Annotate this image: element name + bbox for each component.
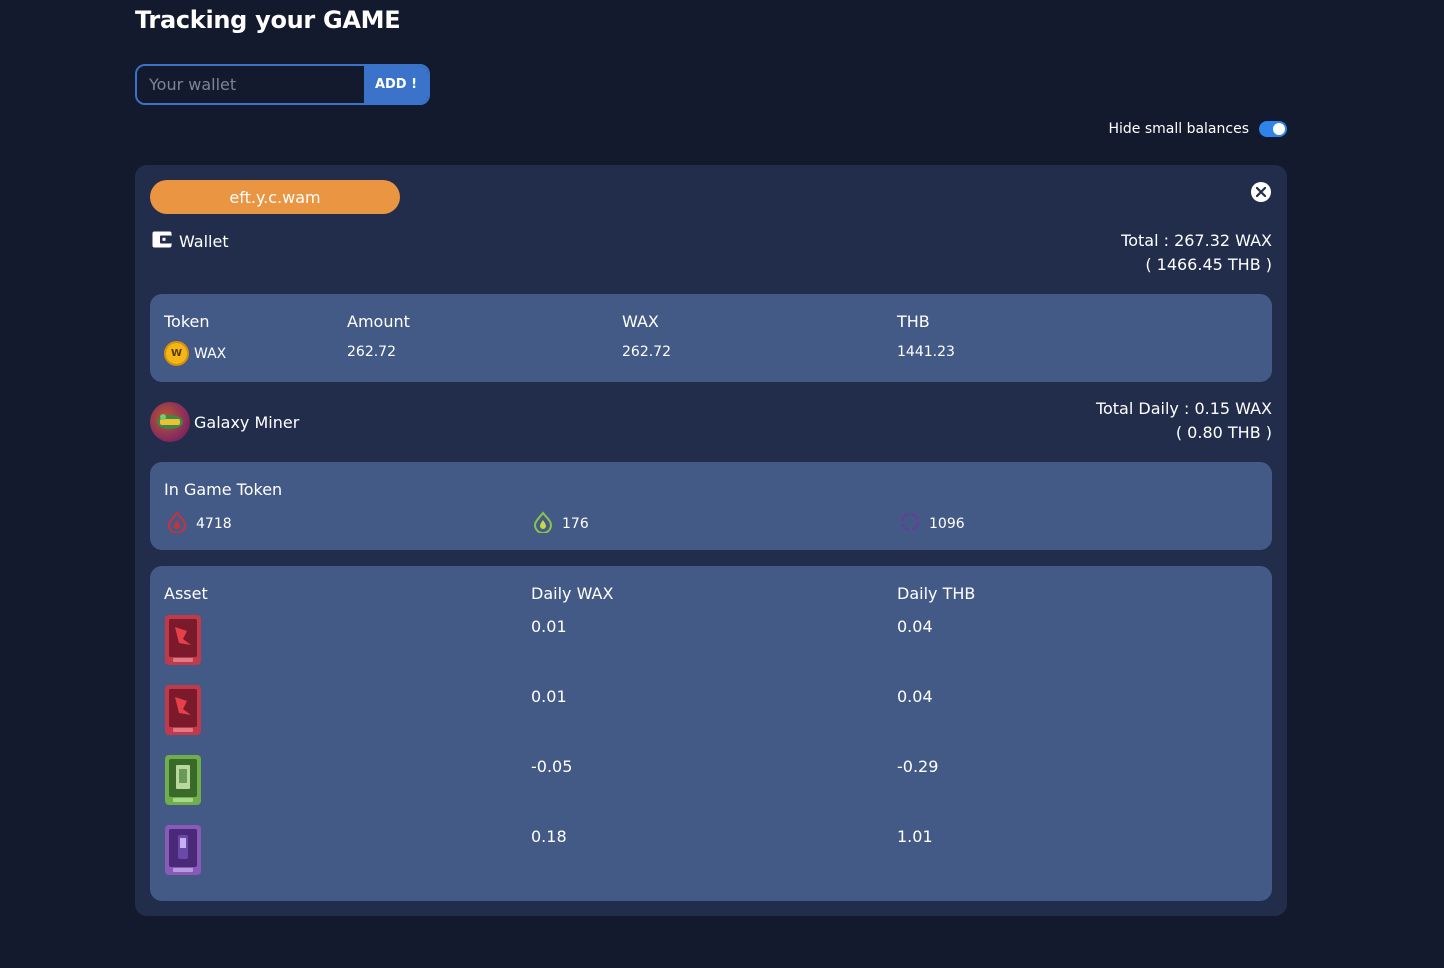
token-table: Token Amount WAX THB W WAX 262.72 262.72… — [150, 294, 1272, 382]
toggle-knob — [1273, 123, 1285, 135]
galaxy-miner-logo — [150, 402, 190, 442]
page-title: Tracking your GAME — [135, 6, 401, 34]
asset-daily-thb: 0.04 — [897, 687, 933, 706]
token-thb-value: 1441.23 — [897, 344, 955, 360]
game-name: Galaxy Miner — [194, 412, 300, 432]
game-totals: Total Daily : 0.15 WAX ( 0.80 THB ) — [1096, 397, 1272, 445]
total-daily-thb: ( 0.80 THB ) — [1175, 423, 1272, 442]
token-name: WAX — [194, 345, 227, 362]
asset-daily-thb: 1.01 — [897, 827, 933, 846]
asset-daily-wax: 0.01 — [531, 617, 567, 636]
in-game-token-item: 176 — [532, 511, 589, 537]
wallet-label: Wallet — [179, 232, 229, 251]
table-row: W WAX — [164, 341, 226, 366]
wallet-header: Wallet — [152, 231, 229, 252]
col-header-daily-wax: Daily WAX — [531, 584, 614, 603]
in-game-token-value: 1096 — [929, 516, 965, 532]
in-game-token-item: 4718 — [166, 511, 232, 537]
col-header-amount: Amount — [347, 312, 410, 331]
account-card: eft.y.c.wam Wallet Total : 267.32 WAX ( … — [135, 165, 1287, 916]
col-header-thb: THB — [897, 312, 930, 331]
col-header-wax: WAX — [622, 312, 659, 331]
close-icon[interactable] — [1251, 182, 1271, 202]
asset-table: Asset Daily WAX Daily THB 0.01 0.04 0.01… — [150, 566, 1272, 901]
token-wax-value: 262.72 — [622, 344, 671, 360]
token-amount: 262.72 — [347, 344, 396, 360]
purple-ring-icon — [899, 511, 921, 537]
in-game-token-value: 176 — [562, 516, 589, 532]
asset-daily-wax: 0.18 — [531, 827, 567, 846]
wallet-form: ADD ! — [135, 64, 430, 105]
hide-small-balances-row: Hide small balances — [1108, 121, 1287, 137]
col-header-token: Token — [164, 312, 210, 331]
red-flame-icon — [166, 511, 188, 537]
wallet-totals: Total : 267.32 WAX ( 1466.45 THB ) — [1121, 229, 1272, 277]
wallet-input[interactable] — [137, 66, 364, 103]
purple-card-icon[interactable] — [165, 825, 201, 875]
green-flame-icon — [532, 511, 554, 537]
col-header-daily-thb: Daily THB — [897, 584, 976, 603]
total-daily-wax: Total Daily : 0.15 WAX — [1095, 399, 1272, 418]
green-card-icon[interactable] — [165, 755, 201, 805]
hide-small-balances-toggle[interactable] — [1259, 121, 1287, 137]
red-card-icon[interactable] — [165, 615, 201, 665]
in-game-token-title: In Game Token — [164, 480, 283, 499]
in-game-token-panel: In Game Token 4718 176 1096 — [150, 462, 1272, 550]
add-wallet-button[interactable]: ADD ! — [364, 66, 428, 103]
wax-coin-icon: W — [164, 341, 189, 366]
total-thb: ( 1466.45 THB ) — [1145, 255, 1272, 274]
total-wax: Total : 267.32 WAX — [1121, 231, 1272, 250]
asset-daily-thb: -0.29 — [897, 757, 939, 776]
hide-small-balances-label: Hide small balances — [1108, 121, 1249, 137]
asset-daily-thb: 0.04 — [897, 617, 933, 636]
game-header: Galaxy Miner — [150, 402, 299, 442]
account-name-badge[interactable]: eft.y.c.wam — [150, 180, 400, 214]
red-card-icon[interactable] — [165, 685, 201, 735]
col-header-asset: Asset — [164, 584, 208, 603]
in-game-token-value: 4718 — [196, 516, 232, 532]
asset-daily-wax: 0.01 — [531, 687, 567, 706]
in-game-token-item: 1096 — [899, 511, 965, 537]
wallet-icon — [152, 231, 172, 252]
asset-daily-wax: -0.05 — [531, 757, 573, 776]
